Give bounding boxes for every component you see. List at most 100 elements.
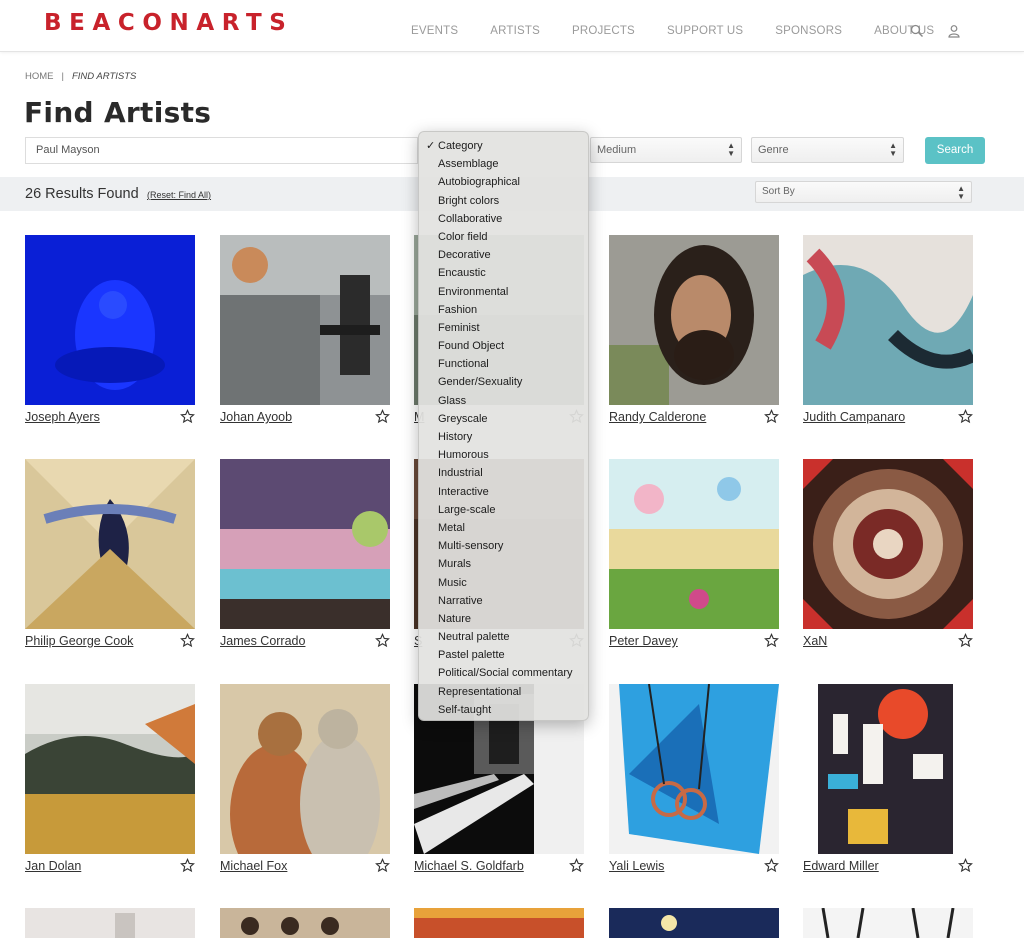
favorite-star-icon[interactable]	[958, 633, 973, 648]
category-option[interactable]: Environmental	[419, 283, 588, 301]
category-option[interactable]: Music	[419, 574, 588, 592]
nav-about-us[interactable]: ABOUT US	[874, 25, 934, 37]
category-dropdown-menu[interactable]: ✓ Category Assemblage Autobiographical Brigh…	[418, 131, 589, 721]
artist-name-link[interactable]: Johan Ayoob	[220, 410, 292, 424]
category-option[interactable]: ✓ Category	[419, 137, 588, 155]
artist-thumbnail[interactable]	[25, 459, 195, 629]
artist-thumbnail[interactable]	[803, 235, 973, 405]
category-option[interactable]: Found Object	[419, 337, 588, 355]
category-option[interactable]: Color field	[419, 228, 588, 246]
artist-name-link[interactable]: Michael S. Goldfarb	[414, 859, 524, 873]
category-option[interactable]: Representational	[419, 683, 588, 701]
nav-support-us[interactable]: SUPPORT US	[667, 25, 743, 37]
artist-card[interactable]: XaN	[803, 459, 973, 648]
artist-card[interactable]: James Corrado	[220, 459, 390, 648]
user-icon[interactable]	[947, 24, 961, 38]
category-option[interactable]: Encaustic	[419, 264, 588, 282]
artist-name-link[interactable]: Peter Davey	[609, 634, 678, 648]
category-option[interactable]: Metal	[419, 519, 588, 537]
site-logo[interactable]: BEACONARTS	[44, 10, 293, 36]
category-option[interactable]: Feminist	[419, 319, 588, 337]
artist-card[interactable]: Philip George Cook	[25, 459, 195, 648]
keyword-search-input[interactable]: Paul Mayson	[25, 137, 418, 164]
artist-card[interactable]: Judith Campanaro	[803, 235, 973, 424]
artist-name-link[interactable]: Edward Miller	[803, 859, 879, 873]
artist-name-link[interactable]: Joseph Ayers	[25, 410, 100, 424]
artist-thumbnail[interactable]	[414, 908, 584, 938]
category-option[interactable]: Nature	[419, 610, 588, 628]
category-option[interactable]: Bright colors	[419, 192, 588, 210]
artist-name-link[interactable]: Jan Dolan	[25, 859, 81, 873]
category-option[interactable]: Neutral palette	[419, 628, 588, 646]
favorite-star-icon[interactable]	[569, 858, 584, 873]
artist-thumbnail[interactable]	[220, 684, 390, 854]
reset-find-all-link[interactable]: (Reset: Find All)	[147, 190, 211, 200]
category-option[interactable]: Large-scale	[419, 501, 588, 519]
artist-thumbnail[interactable]	[609, 459, 779, 629]
artist-card[interactable]: Michael Fox	[220, 684, 390, 873]
category-option[interactable]: Autobiographical	[419, 173, 588, 191]
artist-thumbnail[interactable]	[25, 684, 195, 854]
category-option[interactable]: History	[419, 428, 588, 446]
category-option[interactable]: Decorative	[419, 246, 588, 264]
artist-thumbnail[interactable]	[609, 908, 779, 938]
favorite-star-icon[interactable]	[180, 858, 195, 873]
artist-thumbnail[interactable]	[25, 908, 195, 938]
category-option[interactable]: Multi-sensory	[419, 537, 588, 555]
sort-by-select[interactable]: Sort By ▲ ▼	[755, 181, 972, 203]
favorite-star-icon[interactable]	[958, 858, 973, 873]
favorite-star-icon[interactable]	[764, 409, 779, 424]
artist-thumbnail[interactable]	[25, 235, 195, 405]
artist-thumbnail[interactable]	[220, 459, 390, 629]
category-option[interactable]: Political/Social commentary	[419, 664, 588, 682]
favorite-star-icon[interactable]	[375, 409, 390, 424]
artist-name-link[interactable]: Yali Lewis	[609, 859, 664, 873]
nav-sponsors[interactable]: SPONSORS	[775, 25, 842, 37]
artist-thumbnail[interactable]	[803, 684, 973, 854]
favorite-star-icon[interactable]	[180, 633, 195, 648]
favorite-star-icon[interactable]	[375, 858, 390, 873]
artist-card[interactable]: Randy Calderone	[609, 235, 779, 424]
artist-name-link[interactable]: XaN	[803, 634, 827, 648]
artist-name-link[interactable]: Judith Campanaro	[803, 410, 905, 424]
artist-name-link[interactable]: Michael Fox	[220, 859, 287, 873]
artist-card[interactable]: Joseph Ayers	[25, 235, 195, 424]
category-option[interactable]: Greyscale	[419, 410, 588, 428]
artist-name-link[interactable]: Philip George Cook	[25, 634, 133, 648]
category-option[interactable]: Self-taught	[419, 701, 588, 719]
category-option[interactable]: Narrative	[419, 592, 588, 610]
category-option[interactable]: Humorous	[419, 446, 588, 464]
favorite-star-icon[interactable]	[958, 409, 973, 424]
nav-events[interactable]: EVENTS	[411, 25, 458, 37]
category-option[interactable]: Glass	[419, 392, 588, 410]
artist-card[interactable]: Johan Ayoob	[220, 235, 390, 424]
artist-card[interactable]: Edward Miller	[803, 684, 973, 873]
artist-name-link[interactable]: James Corrado	[220, 634, 305, 648]
artist-card[interactable]: Peter Davey	[609, 459, 779, 648]
favorite-star-icon[interactable]	[764, 858, 779, 873]
category-option[interactable]: Fashion	[419, 301, 588, 319]
medium-select[interactable]: Medium ▲ ▼	[590, 137, 742, 163]
category-option[interactable]: Murals	[419, 555, 588, 573]
artist-card[interactable]: Jan Dolan	[25, 684, 195, 873]
favorite-star-icon[interactable]	[180, 409, 195, 424]
category-option[interactable]: Collaborative	[419, 210, 588, 228]
artist-thumbnail[interactable]	[220, 908, 390, 938]
genre-select[interactable]: Genre ▲ ▼	[751, 137, 904, 163]
artist-thumbnail[interactable]	[220, 235, 390, 405]
artist-thumbnail[interactable]	[609, 684, 779, 854]
nav-projects[interactable]: PROJECTS	[572, 25, 635, 37]
breadcrumb-home[interactable]: HOME	[25, 71, 54, 82]
artist-thumbnail[interactable]	[803, 459, 973, 629]
search-icon[interactable]	[910, 24, 924, 38]
favorite-star-icon[interactable]	[764, 633, 779, 648]
category-option[interactable]: Assemblage	[419, 155, 588, 173]
artist-card[interactable]: Yali Lewis	[609, 684, 779, 873]
category-option[interactable]: Pastel palette	[419, 646, 588, 664]
artist-thumbnail[interactable]	[803, 908, 973, 938]
category-option[interactable]: Gender/Sexuality	[419, 373, 588, 391]
category-option[interactable]: Industrial	[419, 464, 588, 482]
category-option[interactable]: Functional	[419, 355, 588, 373]
nav-artists[interactable]: ARTISTS	[490, 25, 540, 37]
artist-thumbnail[interactable]	[609, 235, 779, 405]
